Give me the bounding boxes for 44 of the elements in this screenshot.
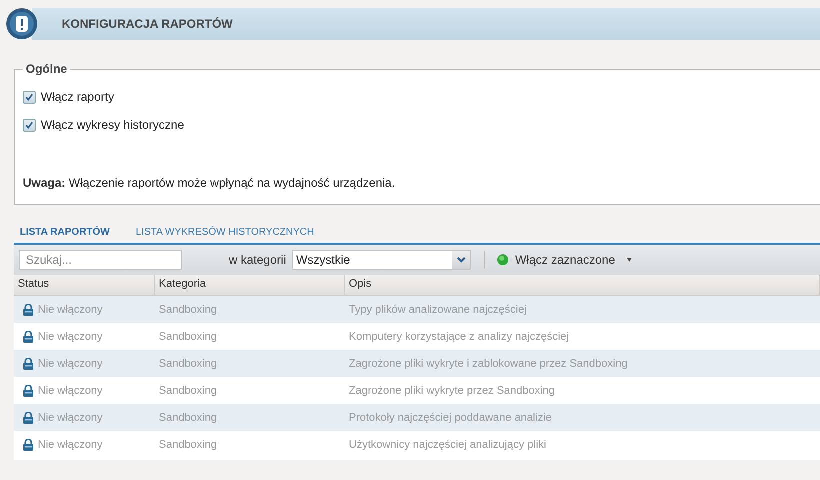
table-cell: Sandboxing [159,412,218,424]
checkbox[interactable] [23,90,36,104]
lock-icon [23,330,34,342]
lock-icon [23,384,34,396]
table-cell: Sandboxing [159,358,218,370]
lock-icon [23,412,34,424]
column-header[interactable]: Kategoria [155,275,345,295]
alert-shield-icon [6,8,38,40]
enable-selected-button[interactable]: Włącz zaznaczone [497,253,634,267]
caret-icon [625,258,634,262]
column-header[interactable]: Status [14,275,155,295]
lock-icon [23,438,34,450]
table-cell: Sandboxing [159,330,218,342]
lock-icon [23,358,34,370]
column-header[interactable]: Opis [345,275,820,295]
status-text: Nie włączony [38,358,103,370]
tab[interactable]: LISTA WYKRESÓW HISTORYCZNYCH [136,227,314,238]
status-text: Nie włączony [38,304,103,316]
table-cell: Typy plików analizowane najczęściej [349,304,527,316]
table-cell: Sandboxing [159,384,218,396]
status-dot-icon [497,254,510,266]
page-title: KONFIGURACJA RAPORTÓW [62,17,233,31]
table-cell: Zagrożone pliki wykryte przez Sandboxing [349,384,556,396]
tab[interactable]: LISTA RAPORTÓW [20,227,110,238]
checkbox-label[interactable]: Włącz wykresy historyczne [41,118,184,132]
status-text: Nie włączony [38,330,103,342]
chevron-down-icon [456,257,466,263]
table-cell: Sandboxing [159,438,218,450]
status-text: Nie włączony [38,412,103,424]
table-cell: Protokoły najczęściej poddawane analizie [349,412,552,424]
warning-note: Uwaga: Włączenie raportów może wpłynąć na wydajność urządzenia. [23,176,396,190]
status-text: Nie włączony [38,438,103,450]
search-field[interactable]: Szukaj... [19,250,182,270]
table-cell: Komputery korzystające z analizy najczęściej [349,330,570,342]
table-cell: Użytkownicy najczęściej analizujący pliki [349,438,546,450]
table-cell: Zagrożone pliki wykryte i zablokowane przez Sandboxing [349,358,628,370]
lock-icon [23,304,34,316]
section-legend: Ogólne [23,62,70,76]
category-dropdown[interactable]: Wszystkie [292,250,472,270]
category-label: w kategorii [229,253,286,267]
checkbox-label[interactable]: Włącz raporty [41,90,114,104]
status-text: Nie włączony [38,384,103,396]
checkbox[interactable] [23,118,36,132]
table-cell: Sandboxing [159,304,218,316]
